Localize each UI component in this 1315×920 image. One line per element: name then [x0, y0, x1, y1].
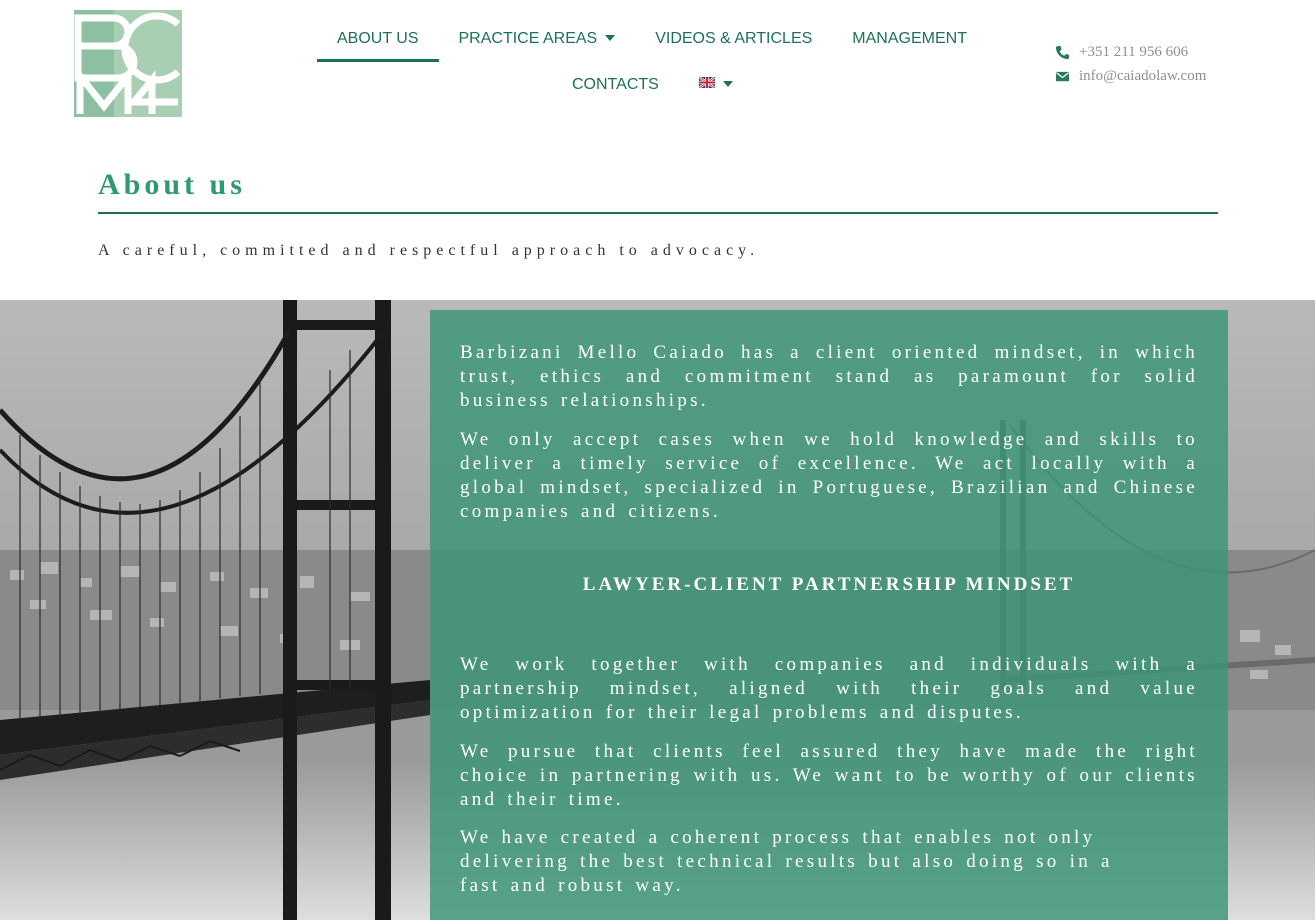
assurance-paragraph: We pursue that clients feel assured they…	[460, 741, 1198, 810]
email-contact[interactable]: info@caiadolaw.com	[1055, 64, 1206, 88]
nav-about-us-label: ABOUT US	[337, 30, 419, 47]
nav-videos-articles-label: VIDEOS & ARTICLES	[655, 30, 813, 47]
nav-contacts[interactable]: CONTACTS	[552, 62, 679, 108]
chevron-down-icon	[605, 34, 616, 41]
partnership-paragraph: We work together with companies and indi…	[460, 654, 1198, 723]
intro-paragraph: Barbizani Mello Caiado has a client orie…	[460, 342, 1198, 411]
nav-videos-articles[interactable]: VIDEOS & ARTICLES	[635, 16, 832, 62]
envelope-icon	[1055, 71, 1070, 81]
phone-contact[interactable]: +351 211 956 606	[1055, 40, 1206, 64]
about-hero-section: Barbizani Mello Caiado has a client orie…	[0, 300, 1315, 920]
page-tagline: A careful, committed and respectful appr…	[98, 242, 760, 259]
uk-flag-icon	[698, 77, 715, 89]
title-divider	[98, 212, 1218, 214]
language-switcher[interactable]	[679, 62, 753, 108]
nav-about-us[interactable]: ABOUT US	[317, 16, 439, 62]
partnership-heading: LAWYER-CLIENT PARTNERSHIP MINDSET	[582, 574, 1076, 595]
company-logo[interactable]	[74, 10, 182, 117]
chevron-down-icon	[722, 80, 733, 87]
nav-management-label: MANAGEMENT	[852, 30, 967, 47]
nav-contacts-label: CONTACTS	[572, 76, 659, 93]
process-paragraph: We have created a coherent process that …	[460, 827, 1113, 896]
expertise-paragraph: We only accept cases when we hold knowle…	[460, 429, 1198, 522]
phone-icon	[1055, 45, 1070, 59]
about-content-panel: Barbizani Mello Caiado has a client orie…	[430, 310, 1228, 920]
email-address: info@caiadolaw.com	[1079, 67, 1207, 84]
header-contact: +351 211 956 606 info@caiadolaw.com	[1055, 40, 1206, 88]
nav-practice-areas-label: PRACTICE AREAS	[458, 30, 598, 47]
page-title: About us	[98, 168, 246, 201]
nav-practice-areas[interactable]: PRACTICE AREAS	[439, 16, 636, 62]
nav-management[interactable]: MANAGEMENT	[832, 16, 987, 62]
phone-number: +351 211 956 606	[1079, 43, 1189, 60]
